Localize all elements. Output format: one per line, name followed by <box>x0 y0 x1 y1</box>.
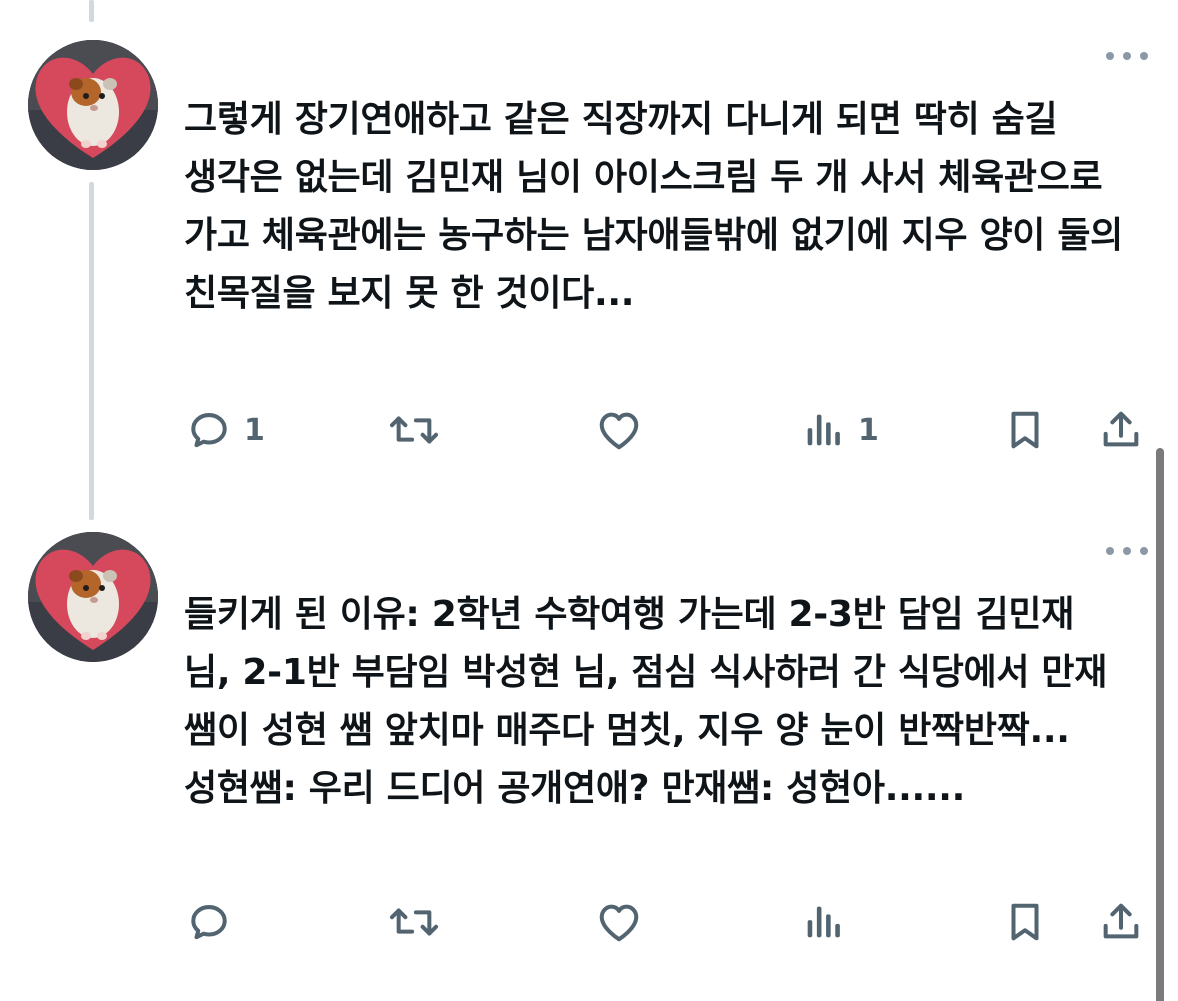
more-button[interactable] <box>1106 544 1148 558</box>
bookmark-button[interactable] <box>1002 405 1048 455</box>
thread-view: 그렇게 장기연애하고 같은 직장까지 다니게 되면 딱히 숨길 생각은 없는데 … <box>0 0 1178 1001</box>
views-count: 1 <box>858 412 879 448</box>
tweet[interactable]: 그렇게 장기연애하고 같은 직장까지 다니게 되면 딱히 숨길 생각은 없는데 … <box>0 0 1178 500</box>
tweet-text: 들키게 된 이유: 2학년 수학여행 가는데 2-3반 담임 김민재 님, 2-… <box>184 594 1120 809</box>
views-button[interactable]: 1 <box>800 405 879 455</box>
retweet-button[interactable] <box>386 405 454 455</box>
heart-icon <box>599 412 639 450</box>
reply-icon <box>191 905 227 940</box>
guinea-pig-avatar <box>28 532 158 662</box>
scrollbar[interactable] <box>1156 448 1164 1001</box>
guinea-pig-avatar <box>28 40 158 170</box>
tweet-actions: 1 1 <box>184 405 1148 455</box>
tweet-actions <box>184 897 1148 947</box>
share-button[interactable] <box>1098 405 1144 455</box>
reply-icon <box>191 413 227 448</box>
retweet-icon <box>389 416 439 444</box>
avatar[interactable] <box>28 40 158 170</box>
tweet-text: 그렇게 장기연애하고 같은 직장까지 다니게 되면 딱히 숨길 생각은 없는데 … <box>184 99 1136 314</box>
like-button[interactable] <box>594 897 656 947</box>
heart-icon <box>599 904 639 942</box>
more-icon <box>1106 547 1114 555</box>
retweet-button[interactable] <box>386 897 454 947</box>
more-icon <box>1106 52 1114 60</box>
share-button[interactable] <box>1098 897 1144 947</box>
share-icon <box>1103 903 1139 939</box>
bookmark-button[interactable] <box>1002 897 1048 947</box>
like-button[interactable] <box>594 405 656 455</box>
tweet[interactable]: 들키게 된 이유: 2학년 수학여행 가는데 2-3반 담임 김민재 님, 2-… <box>0 520 1178 1001</box>
views-icon <box>807 414 840 446</box>
reply-button[interactable]: 1 <box>186 405 265 455</box>
views-button[interactable] <box>800 897 858 947</box>
views-icon <box>807 906 840 938</box>
bookmark-icon <box>1011 903 1039 941</box>
reply-count: 1 <box>244 412 265 448</box>
share-icon <box>1103 411 1139 447</box>
more-button[interactable] <box>1106 49 1148 63</box>
reply-button[interactable] <box>186 897 244 947</box>
avatar[interactable] <box>28 532 158 662</box>
bookmark-icon <box>1011 411 1039 449</box>
retweet-icon <box>389 908 439 936</box>
